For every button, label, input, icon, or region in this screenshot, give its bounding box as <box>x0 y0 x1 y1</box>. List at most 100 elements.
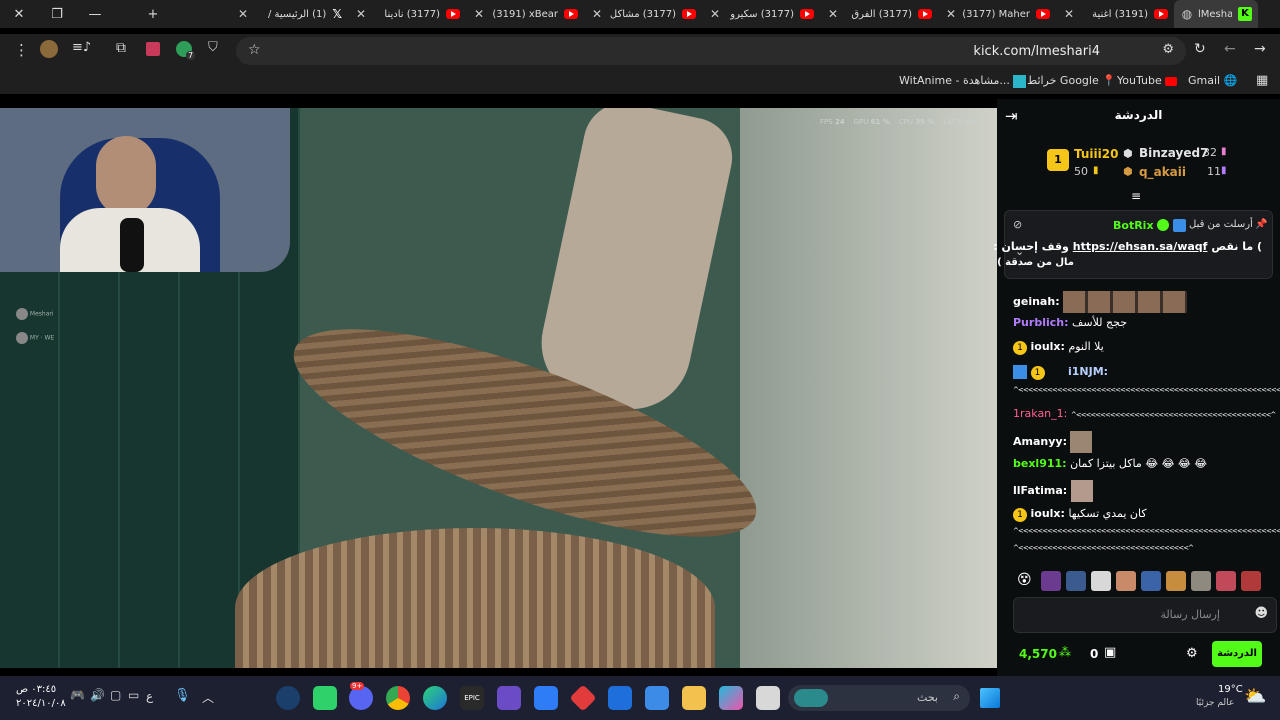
chat-username[interactable]: ioulx: <box>1031 507 1065 520</box>
tab-youtube-2[interactable]: (3177) Maher ✕ <box>938 0 1056 28</box>
close-tab-icon[interactable]: ✕ <box>708 7 722 21</box>
chat-settings-icon[interactable]: ⚙ <box>1186 646 1198 661</box>
avatar[interactable] <box>1041 571 1061 591</box>
xbox-app-icon[interactable] <box>313 686 337 710</box>
restore-window-icon[interactable]: ❐ <box>38 7 76 22</box>
emoji-icon[interactable]: 😵 <box>1017 572 1032 588</box>
window-controls: ✕ ❐ — + <box>0 0 172 28</box>
file-app-icon[interactable] <box>756 686 780 710</box>
microphone-icon[interactable]: 🎙 <box>174 688 191 703</box>
extensions-puzzle-icon[interactable]: ⧉ <box>116 40 126 56</box>
chat-send-button[interactable]: الدردشة <box>1212 641 1262 667</box>
avatar[interactable] <box>1216 571 1236 591</box>
weather-icon[interactable]: ⛅ <box>1244 686 1266 707</box>
chat-username[interactable]: 1rakan_1: <box>1013 407 1067 420</box>
chat-username[interactable]: llFatima: <box>1013 484 1067 497</box>
bookmark-maps[interactable]: خرائط Google 📍 <box>1027 74 1116 87</box>
back-icon[interactable]: ← <box>1224 41 1236 57</box>
tab-youtube-6[interactable]: (3191) xBear ✕ <box>466 0 584 28</box>
avatar[interactable] <box>1166 571 1186 591</box>
close-tab-icon[interactable]: ✕ <box>472 7 486 21</box>
outlook-icon[interactable] <box>608 686 632 710</box>
chat-username[interactable]: i1NJM: <box>1068 365 1108 378</box>
bookmark-witanime[interactable]: WitAnime - مشاهدة... <box>899 74 1027 88</box>
leader-name[interactable]: Binzayed7 <box>1139 146 1208 160</box>
battery-icon[interactable]: ▭ <box>128 688 139 702</box>
new-tab-icon[interactable]: + <box>134 7 172 22</box>
dropbox-icon[interactable] <box>534 686 558 710</box>
volume-icon[interactable]: 🔊 <box>90 688 105 702</box>
points-icon[interactable]: ⁂ <box>1059 645 1071 659</box>
leader-name[interactable]: q_akaii <box>1139 165 1186 179</box>
close-tab-icon[interactable]: ✕ <box>944 7 958 21</box>
clock-date[interactable]: ٢٠٢٤/١٠/٠٨ <box>16 698 66 709</box>
start-button-icon[interactable] <box>980 688 1000 708</box>
reload-icon[interactable]: ↻ <box>1194 41 1206 57</box>
tab-youtube-1[interactable]: (3191) أغنية ✕ <box>1056 0 1174 28</box>
copilot-icon[interactable] <box>719 686 743 710</box>
clock-time[interactable]: ٠٣:٤٥ ص <box>16 684 56 695</box>
file-explorer-icon[interactable] <box>682 686 706 710</box>
steam-icon[interactable] <box>276 686 300 710</box>
chat-input-box[interactable]: إرسال رسالة ☻ <box>1013 597 1277 633</box>
bookmark-star-icon[interactable]: ☆ <box>248 42 261 58</box>
close-window-icon[interactable]: ✕ <box>0 7 38 22</box>
microsoft-store-icon[interactable] <box>645 686 669 710</box>
close-tab-icon[interactable]: ✕ <box>590 7 604 21</box>
tab-youtube-4[interactable]: (3177) سكيرو ✕ <box>702 0 820 28</box>
tab-youtube-3[interactable]: (3177) الفرق ✕ <box>820 0 938 28</box>
edge-icon[interactable] <box>423 686 447 710</box>
pinned-link[interactable]: https://ehsan.sa/waqf <box>1073 240 1208 253</box>
chat-username[interactable]: Amanyy: <box>1013 435 1067 448</box>
avatar[interactable] <box>1191 571 1211 591</box>
avatar[interactable] <box>1116 571 1136 591</box>
close-tab-icon[interactable]: ✕ <box>354 7 368 21</box>
avatar[interactable] <box>1091 571 1111 591</box>
epic-games-icon[interactable]: EPIC <box>460 686 484 710</box>
bookmark-gmail[interactable]: Gmail 🌐 <box>1188 74 1237 87</box>
avatar[interactable] <box>1241 571 1261 591</box>
apps-grid-icon[interactable]: ▦ <box>1256 73 1268 88</box>
tab-youtube-7[interactable]: (3177) نادينا ✕ <box>348 0 466 28</box>
tab-x[interactable]: 𝕏 (1) الرئيسية / ✕ <box>230 0 348 28</box>
language-indicator[interactable]: ع <box>146 689 153 703</box>
close-tab-icon[interactable]: ✕ <box>826 7 840 21</box>
chat-username[interactable]: geinah: <box>1013 295 1060 308</box>
site-settings-icon[interactable]: ⚙ <box>1162 42 1174 57</box>
visual-studio-icon[interactable] <box>497 686 521 710</box>
show-hidden-icons[interactable]: ︿ <box>202 689 214 706</box>
chat-username[interactable]: Purblich: <box>1013 316 1068 329</box>
gift-shop-icon[interactable]: ▣ <box>1104 645 1116 660</box>
emoji-picker-icon[interactable]: ☻ <box>1254 606 1268 621</box>
minimize-window-icon[interactable]: — <box>76 7 114 22</box>
taskbar-search[interactable]: ⌕ بحث <box>788 685 970 711</box>
close-tab-icon[interactable]: ✕ <box>1062 7 1076 21</box>
pinned-sender[interactable]: BotRix <box>1113 219 1154 232</box>
taskbar: ⛅ 19°C عالم جزئيًا ⌕ بحث EPIC 9+ ︿ 🎙 ع ▭… <box>0 676 1280 720</box>
forward-icon[interactable]: → <box>1254 41 1266 57</box>
expand-leaderboard-icon[interactable]: ≡ <box>1131 189 1141 203</box>
close-tab-icon[interactable]: ✕ <box>236 7 250 21</box>
chat-username[interactable]: bexl911: <box>1013 457 1067 470</box>
chrome-icon[interactable] <box>386 686 410 710</box>
media-control-icon[interactable]: ≡♪ <box>72 40 91 55</box>
extension-icon[interactable] <box>40 40 58 58</box>
menu-icon[interactable]: ⋮ <box>14 41 29 59</box>
url-field[interactable]: ☆ kick.com/lmeshari4 ⚙ <box>236 37 1186 65</box>
shield-icon[interactable]: ⛉ <box>208 40 218 55</box>
bookmark-youtube[interactable]: YouTube <box>1117 74 1178 87</box>
extension-app-icon[interactable] <box>146 42 160 56</box>
app-icon[interactable] <box>569 684 597 712</box>
network-icon[interactable]: ▢ <box>110 688 121 702</box>
leader-name[interactable]: Tuiii20 <box>1074 147 1118 161</box>
chat-username[interactable]: ioulx: <box>1031 340 1065 353</box>
tab-kick[interactable]: K lMeshari4 ◍ <box>1174 0 1258 28</box>
hide-pinned-icon[interactable]: ⊘ <box>1013 218 1022 231</box>
tab-title: (1) الرئيسية / <box>267 8 327 20</box>
gamepad-icon[interactable]: 🎮 <box>70 688 85 702</box>
avatar[interactable] <box>1066 571 1086 591</box>
tab-youtube-5[interactable]: (3177) مشاكل ✕ <box>584 0 702 28</box>
search-highlight-icon <box>794 689 828 707</box>
avatar[interactable] <box>1141 571 1161 591</box>
video-player[interactable]: Meshari MY · WE FPS 24 GPU 61 % CPU 39 %… <box>0 108 997 668</box>
